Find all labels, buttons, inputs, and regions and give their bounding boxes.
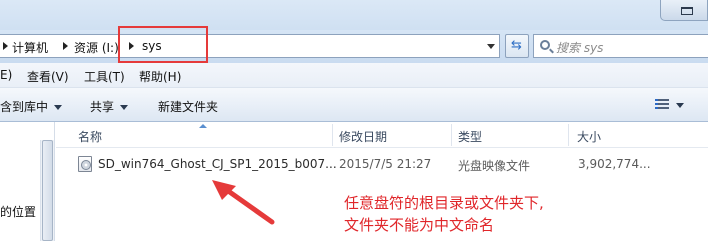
file-type: 光盘映像文件 [458,159,531,173]
column-divider[interactable] [568,124,569,146]
breadcrumb-drive[interactable]: 资源 (I:) [74,39,119,56]
share-button[interactable]: 共享 [90,98,129,115]
navigation-scrollbar-thumb[interactable] [42,140,53,241]
column-header-type[interactable]: 类型 [458,128,482,145]
file-modified: 2015/7/5 21:27 [339,157,432,171]
breadcrumb-computer[interactable]: 计算机 [12,39,48,56]
view-options-dropdown-icon[interactable] [676,103,684,108]
search-icon [540,40,550,50]
annotation-arrow [212,180,275,225]
search-input[interactable]: 搜索 sys [533,34,708,58]
column-header-modified[interactable]: 修改日期 [339,128,387,145]
maximize-button[interactable] [660,0,708,21]
chevron-down-icon [54,105,63,110]
breadcrumb-chevron-icon[interactable] [3,42,8,50]
address-history-dropdown-icon[interactable] [487,44,495,49]
annotation-note-line2: 文件夹不能为中文命名 [344,216,495,234]
menu-bar: E) 查看(V) 工具(T) 帮助(H) [0,63,708,88]
address-highlight-box [118,26,208,63]
address-toolbar: 计算机 资源 (I:) sys ⇆ 搜索 sys [0,30,708,63]
share-label: 共享 [90,100,115,114]
nav-item-locations[interactable]: 的位置 [0,203,36,220]
menu-view[interactable]: 查看(V) [27,68,69,85]
disc-image-file-icon [78,156,92,172]
column-divider[interactable] [451,124,452,146]
annotation-note-line1: 任意盘符的根目录或文件夹下, [344,194,544,212]
file-name[interactable]: SD_win764_Ghost_CJ_SP1_2015_b007... [98,157,337,171]
command-bar: 含到库中 共享 新建文件夹 [0,88,708,122]
refresh-button[interactable]: ⇆ [505,34,529,58]
include-in-library-button[interactable]: 含到库中 [0,98,63,115]
navigation-scrollbar[interactable] [40,140,54,241]
refresh-icon: ⇆ [511,38,522,53]
include-in-library-label: 含到库中 [0,100,49,114]
sort-ascending-icon [199,124,207,128]
breadcrumb-chevron-icon[interactable] [63,42,68,50]
address-bar[interactable]: 计算机 资源 (I:) sys [0,34,500,58]
column-header-size[interactable]: 大小 [577,128,601,145]
chevron-down-icon [120,105,129,110]
maximize-icon [681,7,693,15]
menu-help[interactable]: 帮助(H) [139,68,181,85]
view-options-icon[interactable] [655,99,669,110]
window-titlebar [0,0,708,30]
column-header-name[interactable]: 名称 [78,128,102,145]
menu-tools[interactable]: 工具(T) [84,68,125,85]
column-divider[interactable] [332,124,333,146]
search-placeholder: 搜索 sys [556,41,604,55]
new-folder-button[interactable]: 新建文件夹 [158,98,218,115]
file-size: 3,902,774... [578,157,651,171]
menu-edit[interactable]: E) [0,68,12,82]
